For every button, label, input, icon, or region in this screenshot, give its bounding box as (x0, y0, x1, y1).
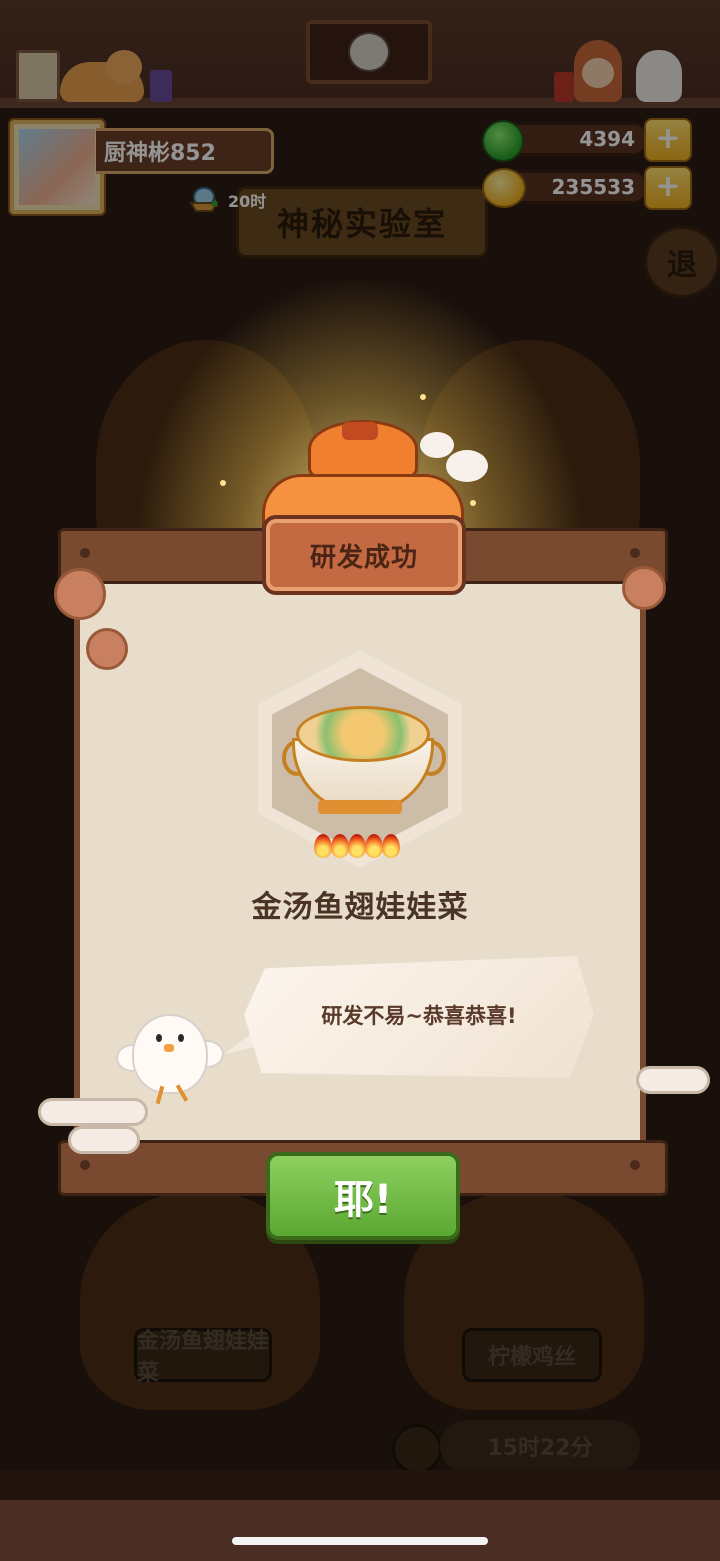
bolt (630, 548, 640, 558)
flower-icon (622, 566, 666, 610)
dish-icon (296, 706, 430, 762)
bolt (80, 1160, 90, 1170)
steam-icon (446, 450, 488, 482)
bolt (630, 1160, 640, 1170)
sparkle (420, 394, 426, 400)
sparkle (220, 480, 226, 486)
sparkle (470, 500, 476, 506)
bowl-base (318, 800, 402, 814)
flame-icon (382, 834, 400, 858)
flame-icon (365, 834, 383, 858)
flame-rating (314, 834, 400, 858)
chick-beak (164, 1044, 174, 1052)
flower-icon (86, 628, 128, 670)
bolt (80, 548, 90, 558)
cloud-deco-icon (68, 1126, 140, 1154)
flower-icon (54, 568, 106, 620)
cloud-deco-icon (636, 1066, 710, 1094)
speech-text: 研发不易~恭喜恭喜! (321, 1004, 517, 1028)
chick-icon (132, 1014, 208, 1094)
confirm-button[interactable]: 耶! (266, 1152, 460, 1240)
cloud-deco-icon (38, 1098, 148, 1126)
flame-icon (348, 834, 366, 858)
flame-icon (314, 834, 332, 858)
flame-icon (331, 834, 349, 858)
dish-name: 金汤鱼翅娃娃菜 (251, 890, 469, 925)
home-indicator[interactable] (232, 1537, 488, 1545)
dialog-title: 研发成功 (262, 515, 466, 595)
bottom-bar (0, 1500, 720, 1561)
steam-icon (420, 432, 454, 458)
pot-knob (342, 422, 378, 440)
chick-eye (178, 1034, 184, 1042)
chick-eye (156, 1034, 162, 1042)
